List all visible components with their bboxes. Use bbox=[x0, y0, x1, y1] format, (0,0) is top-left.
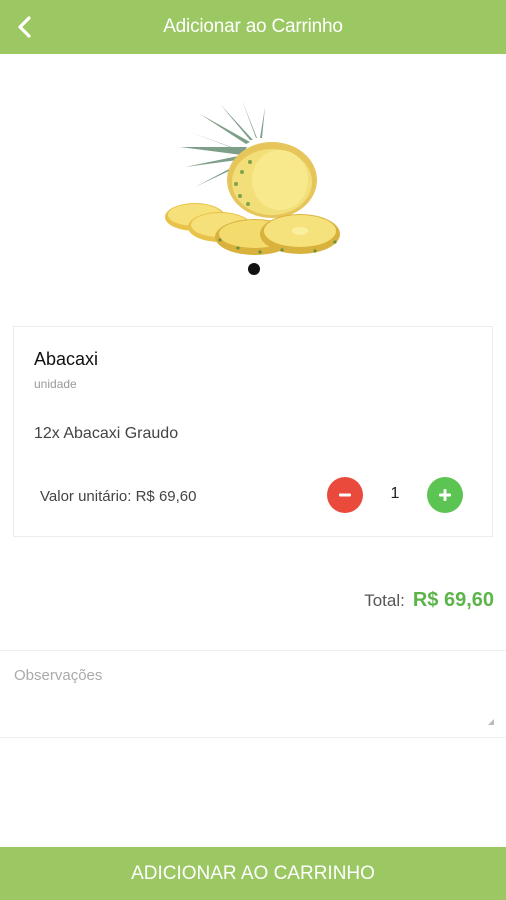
product-name: Abacaxi bbox=[34, 349, 99, 369]
minus-icon bbox=[339, 493, 351, 497]
quantity-value: 1 bbox=[390, 485, 400, 502]
total-label: Total: bbox=[364, 591, 405, 610]
notes-container bbox=[0, 650, 506, 738]
total-value: R$ 69,60 bbox=[412, 589, 494, 611]
quantity-stepper: 1 bbox=[327, 477, 463, 513]
product-unit: unidade bbox=[34, 377, 77, 391]
unit-price: Valor unitário: R$ 69,60 bbox=[40, 488, 197, 505]
increase-quantity-button[interactable] bbox=[427, 477, 463, 513]
carousel-indicator bbox=[0, 263, 506, 277]
chevron-left-icon bbox=[18, 16, 31, 38]
decrease-quantity-button[interactable] bbox=[327, 477, 363, 513]
product-description: 12x Abacaxi Graudo bbox=[34, 425, 179, 442]
notes-field[interactable] bbox=[0, 651, 506, 737]
plus-icon bbox=[439, 489, 451, 501]
carousel-dot[interactable] bbox=[248, 263, 260, 275]
back-button[interactable] bbox=[8, 10, 42, 44]
top-app-bar: Adicionar ao Carrinho bbox=[0, 0, 506, 54]
total-row: Total: R$ 69,60 bbox=[364, 589, 494, 612]
product-card: Abacaxi unidade 12x Abacaxi Graudo Valor… bbox=[13, 326, 493, 537]
add-to-cart-button[interactable]: ADICIONAR AO CARRINHO bbox=[0, 847, 506, 900]
product-image bbox=[150, 92, 360, 267]
resize-handle-icon[interactable] bbox=[488, 719, 494, 725]
page-title: Adicionar ao Carrinho bbox=[163, 16, 343, 37]
